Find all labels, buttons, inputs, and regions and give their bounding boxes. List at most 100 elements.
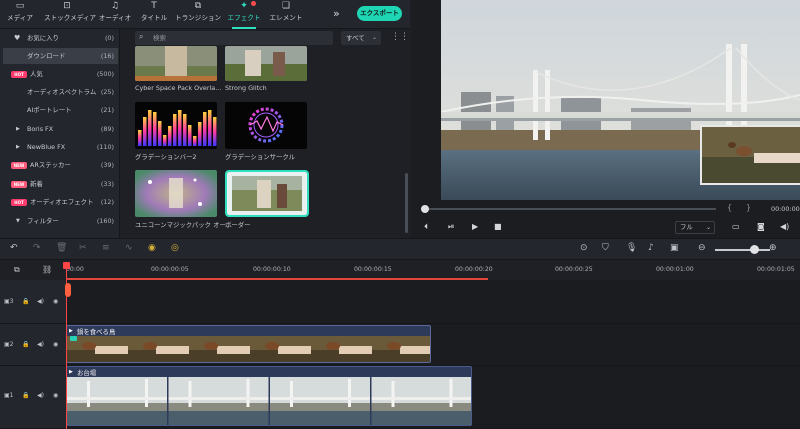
video-clip-bird[interactable]: ▶ 鍋を食べる鳥 bbox=[66, 325, 431, 363]
search-input[interactable]: ⌕ 検索 bbox=[135, 31, 333, 45]
adjust-icon[interactable]: ≡ bbox=[102, 243, 110, 253]
category-filters[interactable]: ▼ フィルター (160) bbox=[3, 213, 118, 229]
add-track-icon[interactable]: ⧉ bbox=[14, 265, 20, 275]
effects-scrollbar[interactable] bbox=[405, 173, 408, 233]
volume-icon[interactable]: ◀) bbox=[780, 222, 789, 231]
effect-preview-image bbox=[225, 102, 307, 149]
snapshot-camera-icon[interactable]: ◙ bbox=[757, 222, 765, 231]
shield-mark-icon[interactable]: ⛉ bbox=[602, 243, 609, 253]
spectrum-bar bbox=[188, 125, 192, 146]
play-frame-icon[interactable]: ⏯ bbox=[448, 222, 454, 232]
top-toolbar: ▭ メディア ⊡ ストックメディア ♫ オーディオ T タイトル ⧉ トランジシ… bbox=[0, 0, 410, 29]
video-track-icon: ▣1 bbox=[4, 392, 14, 399]
video-preview[interactable] bbox=[441, 0, 800, 200]
filmstrip-frame bbox=[189, 336, 250, 362]
tab-effects[interactable]: ✦ エフェクト bbox=[226, 1, 262, 29]
category-boris-fx[interactable]: ▶ Boris FX (89) bbox=[3, 121, 118, 137]
mark-in-icon[interactable]: { bbox=[727, 203, 732, 212]
lock-icon[interactable]: 🔒 bbox=[22, 341, 29, 348]
track-row-1[interactable]: ▶ お台場 bbox=[66, 366, 800, 429]
zoom-slider[interactable] bbox=[715, 249, 770, 251]
export-button[interactable]: エクスポート bbox=[357, 6, 402, 21]
picture-in-picture-clip[interactable] bbox=[700, 125, 800, 185]
audio-mixer-icon[interactable]: ♪ bbox=[648, 243, 654, 253]
effects-sparkle-icon: ✦ bbox=[240, 1, 248, 11]
step-back-icon[interactable]: ⏴ bbox=[424, 222, 428, 232]
tab-elements[interactable]: ❏ エレメント bbox=[267, 1, 305, 28]
category-new[interactable]: NEW 新着 (33) bbox=[3, 176, 118, 192]
color-match-icon[interactable]: ◉ bbox=[148, 243, 156, 253]
timeline-ruler[interactable]: ⧉ ⛓ 00:00 00:00:00:05 00:00:00:10 00:00:… bbox=[0, 260, 800, 278]
effect-thumb-gradation-bar[interactable] bbox=[135, 102, 217, 149]
spectrum-bar bbox=[213, 117, 217, 146]
track-row-2[interactable]: ▶ 鍋を食べる鳥 bbox=[66, 324, 800, 366]
delete-icon[interactable]: 🗑 bbox=[56, 243, 67, 253]
audio-wave-icon[interactable]: ∿ bbox=[125, 243, 133, 253]
video-clip-odaiba[interactable]: ▶ お台場 bbox=[66, 366, 472, 426]
undo-icon[interactable]: ↶ bbox=[10, 243, 18, 253]
lock-icon[interactable]: 🔒 bbox=[22, 298, 29, 305]
category-newblue-fx[interactable]: ▶ NewBlue FX (110) bbox=[3, 139, 118, 155]
detach-icon[interactable]: ▣ bbox=[670, 243, 679, 253]
grid-view-icon[interactable]: ⋮⋮ bbox=[391, 32, 409, 42]
effect-thumb-border[interactable] bbox=[225, 170, 309, 217]
zoom-slider-knob[interactable] bbox=[750, 245, 759, 254]
speed-icon[interactable]: ◎ bbox=[171, 243, 179, 253]
playhead-marker[interactable] bbox=[65, 283, 71, 297]
spectrum-bar bbox=[143, 117, 147, 146]
playhead-handle[interactable] bbox=[63, 262, 70, 269]
volume-icon[interactable]: ◀) bbox=[37, 341, 44, 348]
spectrum-bar bbox=[198, 122, 202, 146]
volume-icon[interactable]: ◀) bbox=[37, 298, 44, 305]
zoom-out-icon[interactable]: ⊖ bbox=[698, 243, 706, 253]
spectrum-bar bbox=[193, 136, 197, 146]
filmstrip-frame bbox=[270, 377, 371, 425]
more-tabs-icon[interactable]: » bbox=[333, 7, 340, 20]
play-icon[interactable]: ▶ bbox=[472, 222, 478, 231]
tab-media[interactable]: ▭ メディア bbox=[2, 1, 38, 28]
category-audio-effects[interactable]: HOT オーディオエフェクト (12) bbox=[3, 194, 118, 210]
category-audio-spectrum[interactable]: オーディオスペクトラム (25) bbox=[3, 84, 118, 100]
effect-label: グラデーションバー2 bbox=[135, 153, 197, 161]
eye-icon[interactable]: ◉ bbox=[53, 298, 58, 305]
effect-preview-image bbox=[135, 102, 217, 149]
tab-title[interactable]: T タイトル bbox=[136, 1, 172, 28]
progress-knob[interactable] bbox=[421, 205, 429, 213]
tab-transition[interactable]: ⧉ トランジション bbox=[175, 1, 221, 28]
volume-icon[interactable]: ◀) bbox=[37, 392, 44, 399]
lock-icon[interactable]: 🔒 bbox=[22, 392, 29, 399]
eye-icon[interactable]: ◉ bbox=[53, 392, 58, 399]
quality-dropdown[interactable]: フル ⌄ bbox=[675, 221, 715, 234]
track-row-3[interactable] bbox=[66, 280, 800, 324]
link-icon[interactable]: ⛓ bbox=[42, 265, 52, 274]
effect-thumb-gradation-circle[interactable] bbox=[225, 102, 307, 149]
chevron-down-icon: ⌄ bbox=[705, 224, 711, 231]
spectrum-bar bbox=[178, 110, 182, 146]
hot-badge: HOT bbox=[11, 199, 27, 206]
effect-thumb-unicorn-magic[interactable] bbox=[135, 170, 217, 217]
effect-label: Cyber Space Pack Overla... bbox=[135, 84, 222, 92]
category-ar-sticker[interactable]: NEW ARステッカー (39) bbox=[3, 157, 118, 173]
category-popular[interactable]: HOT 人気 (500) bbox=[3, 66, 118, 82]
microphone-icon[interactable]: 🎙 bbox=[626, 243, 637, 253]
filter-dropdown[interactable]: すべて ⌄ bbox=[341, 31, 381, 45]
eye-icon[interactable]: ◉ bbox=[53, 341, 58, 348]
effect-thumb-strong-glitch[interactable] bbox=[225, 46, 307, 81]
render-icon[interactable]: ⊙ bbox=[580, 243, 588, 253]
category-ai-portrait[interactable]: AIポートレート (21) bbox=[3, 102, 118, 118]
track-header-2: ▣2 🔒 ◀) ◉ bbox=[0, 324, 66, 366]
effect-thumb-cyber-space[interactable] bbox=[135, 46, 217, 81]
new-badge: NEW bbox=[11, 162, 27, 169]
mark-out-icon[interactable]: } bbox=[746, 203, 751, 212]
preview-progress-bar[interactable] bbox=[424, 208, 716, 210]
monitor-icon[interactable]: ▭ bbox=[732, 222, 740, 231]
zoom-in-icon[interactable]: ⊕ bbox=[769, 243, 777, 253]
cut-icon[interactable]: ✂ bbox=[79, 243, 87, 253]
heart-icon: ♥ bbox=[14, 34, 21, 42]
redo-icon[interactable]: ↷ bbox=[33, 243, 41, 253]
category-favorites[interactable]: ♥ お気に入り (0) bbox=[3, 30, 118, 46]
category-download[interactable]: ダウンロード (16) bbox=[3, 48, 118, 64]
tab-stock-media[interactable]: ⊡ ストックメディア bbox=[44, 1, 96, 28]
tab-audio[interactable]: ♫ オーディオ bbox=[97, 1, 133, 28]
stop-icon[interactable]: ■ bbox=[494, 222, 502, 231]
